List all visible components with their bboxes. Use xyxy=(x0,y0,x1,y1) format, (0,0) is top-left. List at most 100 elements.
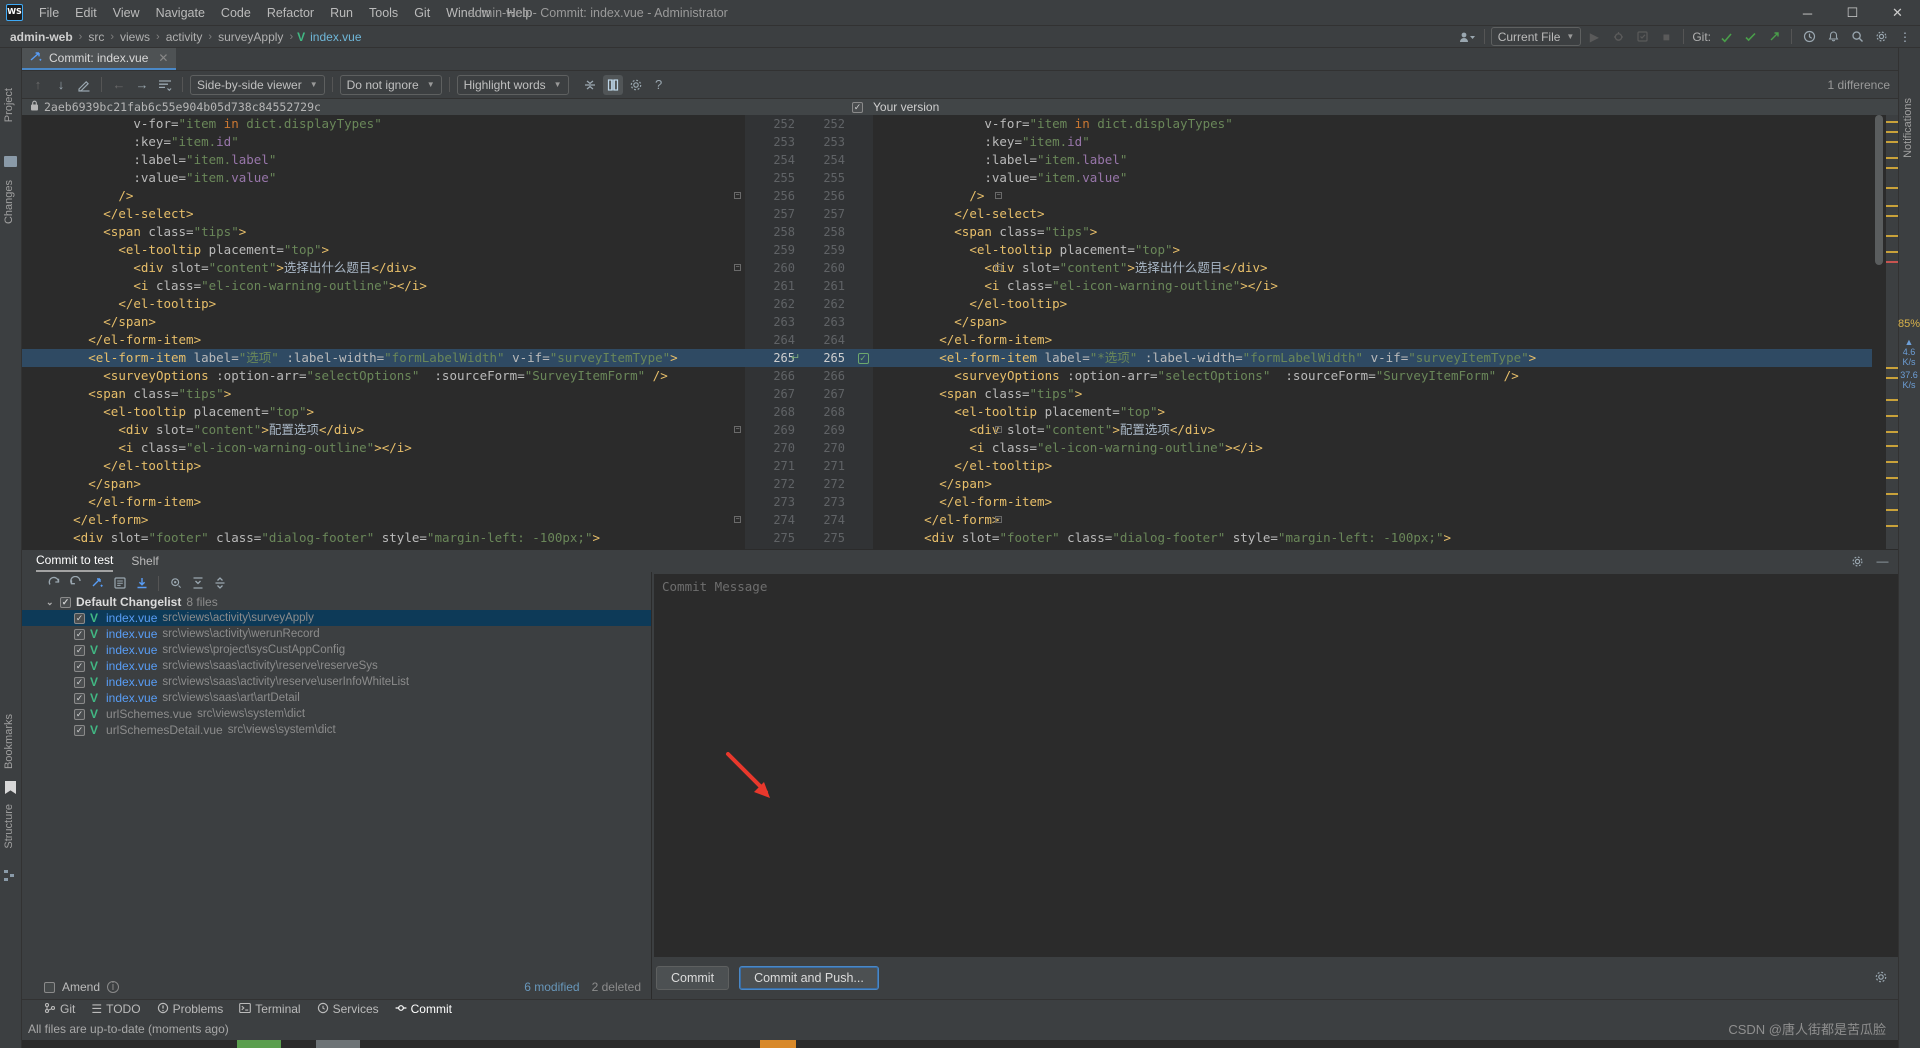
gear-icon[interactable] xyxy=(1848,552,1867,571)
file-checkbox[interactable]: ✓ xyxy=(74,628,85,640)
file-row[interactable]: ✓ Vindex.vue src\views\saas\activity\reser… xyxy=(22,658,651,674)
tool-button-todo[interactable]: ☰ TODO xyxy=(91,1002,140,1016)
tool-button-commit[interactable]: Commit xyxy=(395,1002,452,1017)
debug-icon[interactable] xyxy=(1607,27,1629,47)
marker-error[interactable] xyxy=(1886,261,1898,263)
fold-marker-icon[interactable]: − xyxy=(734,516,741,523)
tab-shelf[interactable]: Shelf xyxy=(131,550,158,572)
editor-tab-commit[interactable]: Commit: index.vue ✕ xyxy=(22,48,177,70)
commit-message-input[interactable]: Commit Message xyxy=(654,574,1898,957)
file-checkbox[interactable]: ✓ xyxy=(74,660,85,672)
minimize-icon[interactable]: — xyxy=(1873,552,1892,571)
rail-item-structure[interactable]: Structure xyxy=(3,800,15,853)
fold-marker-icon[interactable]: − xyxy=(995,516,1002,523)
marker-warning[interactable] xyxy=(1886,131,1898,133)
file-row[interactable]: ✓ Vindex.vue src\views\project\sysCustAppC… xyxy=(22,642,651,658)
account-icon[interactable] xyxy=(1456,27,1478,47)
marker-warning[interactable] xyxy=(1886,367,1898,369)
close-button[interactable]: ✕ xyxy=(1875,0,1920,26)
tool-button-services[interactable]: Services xyxy=(317,1002,379,1017)
fold-marker-icon[interactable]: − xyxy=(995,426,1002,433)
marker-warning[interactable] xyxy=(1886,167,1898,169)
run-configuration-selector[interactable]: Current File ▼ xyxy=(1490,27,1582,46)
highlight-mode-selector[interactable]: Highlight words ▼ xyxy=(456,74,569,95)
marker-warning[interactable] xyxy=(1886,461,1898,463)
commit-button[interactable]: Commit xyxy=(656,966,730,990)
gear-icon[interactable] xyxy=(626,75,646,95)
rollback-icon[interactable] xyxy=(66,574,85,593)
refresh-icon[interactable] xyxy=(44,574,63,593)
rail-item-changes[interactable]: Changes xyxy=(3,176,15,228)
search-icon[interactable] xyxy=(1846,27,1868,47)
notifications-icon[interactable] xyxy=(1822,27,1844,47)
git-update-icon[interactable] xyxy=(1715,27,1737,47)
pencil-icon[interactable] xyxy=(74,75,94,95)
commit-and-push-button[interactable]: Commit and Push... xyxy=(739,966,879,990)
arrow-up-icon[interactable]: ↑ xyxy=(28,75,48,95)
file-checkbox[interactable]: ✓ xyxy=(74,708,85,720)
file-checkbox[interactable]: ✓ xyxy=(74,612,85,624)
inspection-marker-bar[interactable] xyxy=(1886,115,1898,549)
viewer-mode-selector[interactable]: Side-by-side viewer ▼ xyxy=(190,74,325,95)
preview-diff-icon[interactable] xyxy=(166,574,185,593)
minimize-button[interactable]: ─ xyxy=(1785,0,1830,26)
fold-marker-icon[interactable]: − xyxy=(734,426,741,433)
rail-item-notifications[interactable]: Notifications xyxy=(1902,94,1914,162)
maximize-button[interactable]: ☐ xyxy=(1830,0,1875,26)
coverage-icon[interactable] xyxy=(1631,27,1653,47)
menu-edit[interactable]: Edit xyxy=(67,3,105,23)
file-row[interactable]: ✓ VurlSchemesDetail.vue src\views\system\d… xyxy=(22,722,651,738)
changelist-row[interactable]: ⌄ ✓ Default Changelist 8 files xyxy=(22,594,651,610)
changelist-checkbox[interactable]: ✓ xyxy=(60,596,71,608)
file-row[interactable]: ✓ Vindex.vue src\views\saas\art\artDetail xyxy=(22,690,651,706)
marker-warning[interactable] xyxy=(1886,431,1898,433)
amend-checkbox[interactable] xyxy=(44,981,55,993)
marker-warning[interactable] xyxy=(1886,157,1898,159)
file-row[interactable]: ✓ Vindex.vue src\views\saas\activity\reser… xyxy=(22,674,651,690)
marker-warning[interactable] xyxy=(1886,187,1898,189)
file-row[interactable]: ✓ Vindex.vue src\views\activity\surveyAppl… xyxy=(22,610,651,626)
history-icon[interactable] xyxy=(1798,27,1820,47)
marker-warning[interactable] xyxy=(1886,493,1898,495)
ignore-mode-selector[interactable]: Do not ignore ▼ xyxy=(339,74,442,95)
help-icon[interactable]: ? xyxy=(649,75,669,95)
marker-warning[interactable] xyxy=(1886,215,1898,217)
breadcrumb-file[interactable]: index.vue xyxy=(308,30,363,44)
marker-warning[interactable] xyxy=(1886,415,1898,417)
marker-warning[interactable] xyxy=(1886,377,1898,379)
gear-icon[interactable] xyxy=(1870,27,1892,47)
collapse-all-icon[interactable] xyxy=(210,574,229,593)
stop-icon[interactable]: ■ xyxy=(1655,27,1677,47)
marker-warning[interactable] xyxy=(1886,141,1898,143)
menu-navigate[interactable]: Navigate xyxy=(148,3,213,23)
tool-button-git[interactable]: Git xyxy=(44,1002,75,1017)
file-checkbox[interactable]: ✓ xyxy=(74,692,85,704)
close-icon[interactable]: ✕ xyxy=(158,51,168,65)
run-icon[interactable]: ▶ xyxy=(1583,27,1605,47)
expand-all-icon[interactable] xyxy=(188,574,207,593)
download-icon[interactable] xyxy=(132,574,151,593)
menu-git[interactable]: Git xyxy=(406,3,438,23)
marker-warning[interactable] xyxy=(1886,251,1898,253)
menu-run[interactable]: Run xyxy=(322,3,361,23)
breadcrumb-project[interactable]: admin-web xyxy=(8,30,75,44)
marker-warning[interactable] xyxy=(1886,399,1898,401)
marker-warning[interactable] xyxy=(1886,235,1898,237)
file-checkbox[interactable]: ✓ xyxy=(74,676,85,688)
file-checkbox[interactable]: ✓ xyxy=(74,644,85,656)
diff-scrollbar[interactable] xyxy=(1872,115,1886,549)
menu-view[interactable]: View xyxy=(105,3,148,23)
marker-warning[interactable] xyxy=(1886,525,1898,527)
collapse-unchanged-icon[interactable] xyxy=(580,75,600,95)
fold-marker-icon[interactable]: − xyxy=(995,264,1002,271)
marker-warning[interactable] xyxy=(1886,445,1898,447)
chevron-down-icon[interactable]: ⌄ xyxy=(46,597,55,608)
file-checkbox[interactable]: ✓ xyxy=(74,724,85,736)
accept-change-checkbox[interactable]: ✓ xyxy=(853,349,873,367)
tool-button-terminal[interactable]: Terminal xyxy=(239,1002,301,1017)
more-vertical-icon[interactable]: ⋮ xyxy=(1894,27,1916,47)
rail-item-bookmarks[interactable]: Bookmarks xyxy=(3,710,15,773)
gear-icon[interactable] xyxy=(1874,970,1888,987)
menu-code[interactable]: Code xyxy=(213,3,259,23)
git-push-icon[interactable] xyxy=(1763,27,1785,47)
